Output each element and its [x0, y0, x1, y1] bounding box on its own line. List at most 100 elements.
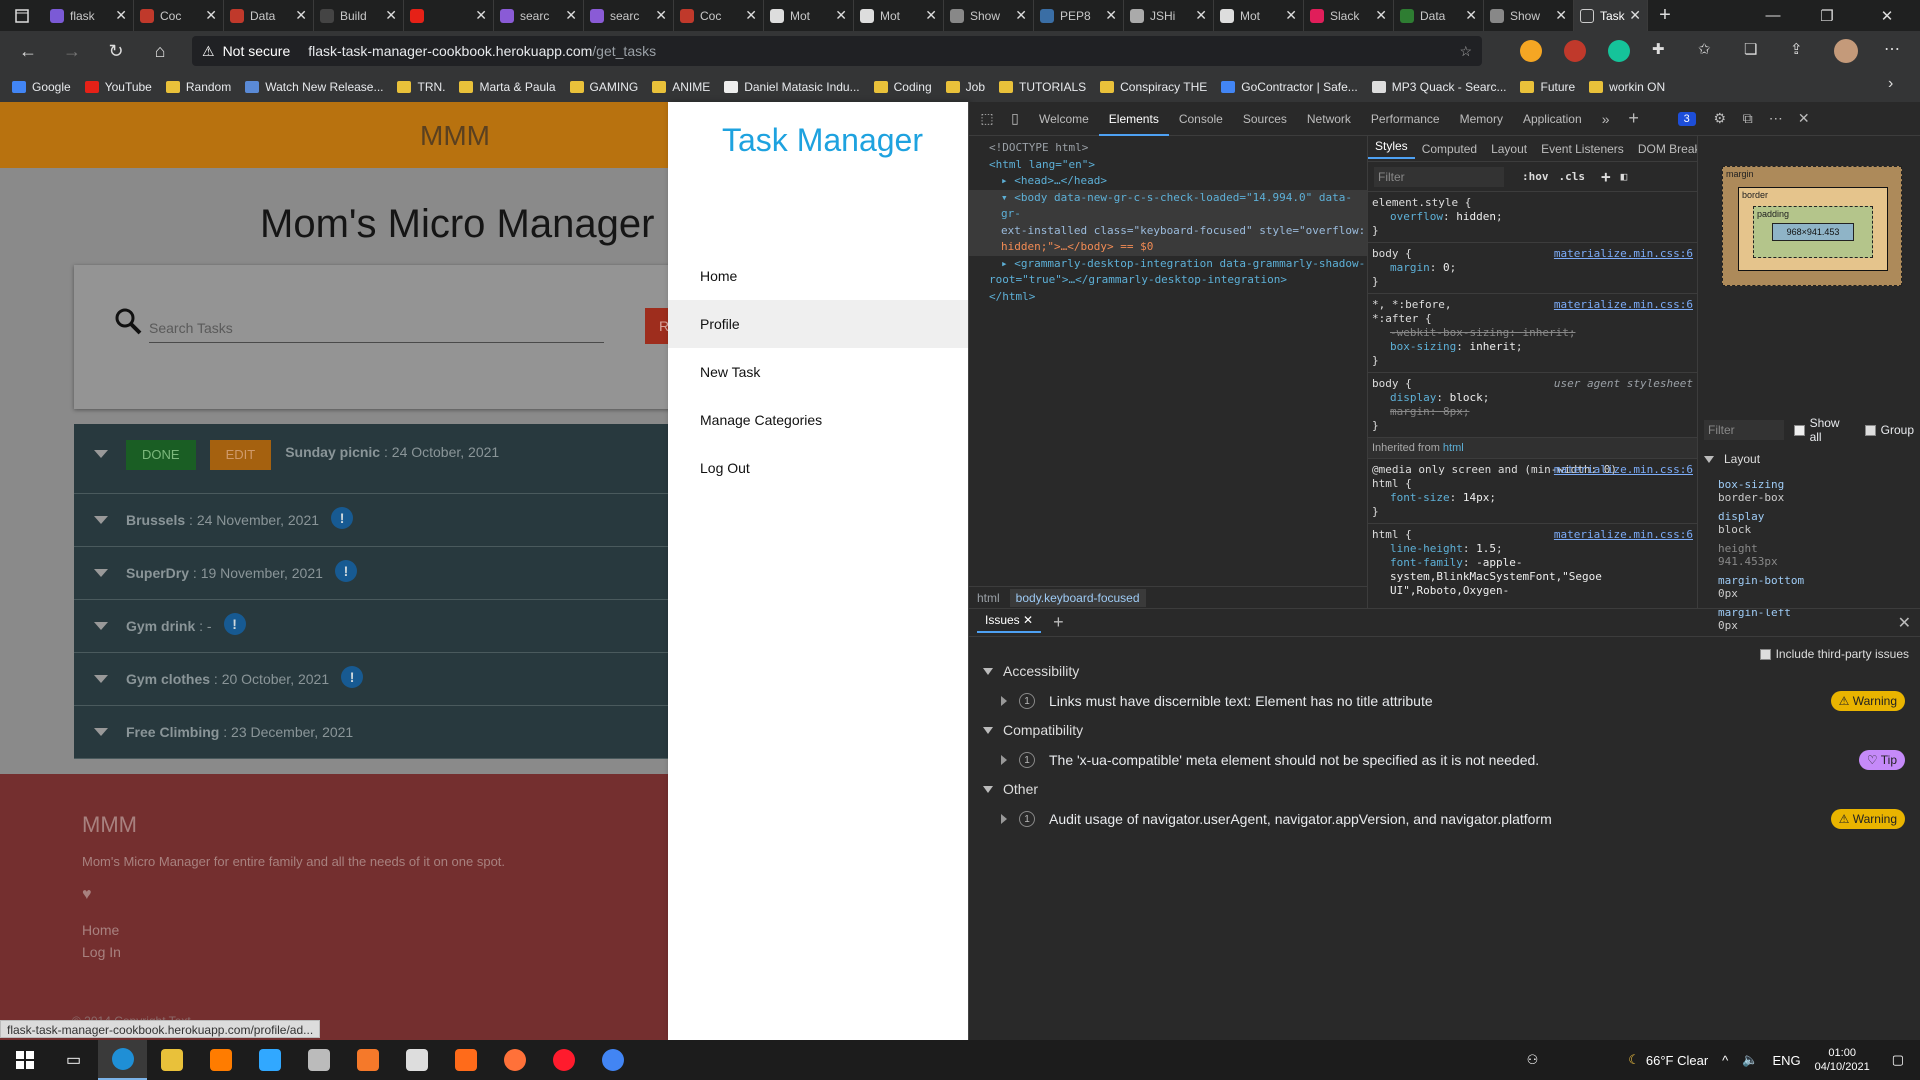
close-tab-icon[interactable]: ✕ [745, 7, 757, 24]
bookmark-item[interactable]: YouTube [84, 80, 152, 94]
close-tab-icon[interactable]: ✕ [295, 7, 307, 24]
browser-tab[interactable]: Mot ✕ [1214, 0, 1304, 31]
styles-filter-input[interactable]: Filter [1374, 166, 1504, 187]
computed-property[interactable]: margin-bottom 0px [1704, 574, 1914, 600]
tab-actions-icon[interactable] [0, 0, 44, 31]
bookmark-item[interactable]: Future [1520, 80, 1575, 94]
close-tab-icon[interactable]: ✕ [205, 7, 217, 24]
more-options-icon[interactable]: ⋯ [1884, 39, 1900, 59]
bookmark-item[interactable]: GoContractor | Safe... [1221, 80, 1358, 94]
people-icon[interactable]: ⚇ [1527, 1052, 1539, 1068]
notifications-icon[interactable]: ▢ [1892, 1052, 1904, 1068]
show-all-checkbox[interactable] [1793, 424, 1805, 436]
task-view-icon[interactable]: ▭ [49, 1040, 98, 1080]
footer-link-login[interactable]: Log In [82, 944, 121, 960]
grammarly-icon[interactable] [1608, 40, 1630, 62]
task-row[interactable]: SuperDry : 19 November, 2021! [74, 547, 694, 600]
extension-icon[interactable] [1564, 40, 1586, 62]
info-icon[interactable]: ! [341, 666, 364, 688]
new-tab-button[interactable]: + [1648, 4, 1682, 27]
style-rule-media[interactable]: @media only screen and (min-width: 0) ht… [1368, 459, 1697, 524]
taskbar-app-sublime[interactable] [441, 1040, 490, 1080]
close-tab-icon[interactable]: ✕ [1375, 7, 1387, 24]
rule-source-link[interactable]: materialize.min.css:6 [1554, 247, 1693, 261]
styles-subtab[interactable]: Computed [1415, 142, 1484, 156]
more-options-icon[interactable]: ⋯ [1762, 110, 1790, 127]
dom-html-close[interactable]: </html> [989, 289, 1367, 306]
style-rule[interactable]: *, *:before, *:after {materialize.min.cs… [1368, 294, 1697, 373]
home-button[interactable]: ⌂ [138, 41, 182, 62]
close-issues-tab-icon[interactable]: ✕ [1023, 613, 1033, 627]
tab-active[interactable]: Task ✕ [1574, 0, 1648, 31]
taskbar-app-blender[interactable] [343, 1040, 392, 1080]
style-rule-html[interactable]: html { materialize.min.css:6 line-height… [1368, 524, 1697, 602]
more-tabs-icon[interactable]: » [1592, 111, 1620, 127]
devtools-tab[interactable]: Console [1169, 102, 1233, 136]
share-icon[interactable]: ⇪ [1790, 40, 1803, 58]
css-property[interactable]: overflow: hidden; [1372, 210, 1693, 224]
expand-triangle-icon[interactable] [1001, 696, 1007, 706]
info-icon[interactable]: ! [334, 560, 357, 582]
sidenav-item-home[interactable]: Home [668, 252, 968, 300]
computed-property[interactable]: height 941.453px [1704, 542, 1914, 568]
forward-button[interactable]: → [50, 41, 94, 62]
issue-category[interactable]: Accessibility [983, 663, 1079, 679]
browser-tab[interactable]: Data ✕ [1394, 0, 1484, 31]
devtools-tab[interactable]: Performance [1361, 102, 1450, 136]
add-panel-icon[interactable]: + [1620, 108, 1648, 129]
dom-html[interactable]: <html lang="en"> [989, 157, 1367, 174]
computed-property[interactable]: box-sizing border-box [1704, 478, 1914, 504]
style-rule[interactable]: body {user agent stylesheet display: bloc… [1368, 373, 1697, 438]
breadcrumb-html[interactable]: html [977, 591, 1000, 605]
hov-toggle[interactable]: :hov [1522, 170, 1549, 183]
sidenav-item-manage-categories[interactable]: Manage Categories [668, 396, 968, 444]
devtools-tab[interactable]: Sources [1233, 102, 1297, 136]
close-tab-icon[interactable]: ✕ [385, 7, 397, 24]
favorite-star-icon[interactable]: ☆ [1459, 43, 1472, 60]
close-tab-icon[interactable]: ✕ [565, 7, 577, 24]
css-property[interactable]: margin: 8px; [1372, 405, 1693, 419]
expand-caret-icon[interactable] [94, 675, 108, 683]
tray-chevron-icon[interactable]: ^ [1722, 1053, 1728, 1068]
browser-tab[interactable]: Mot ✕ [764, 0, 854, 31]
clock[interactable]: 01:00 04/10/2021 [1815, 1046, 1870, 1074]
close-tab-icon[interactable]: ✕ [1105, 7, 1117, 24]
profile-avatar[interactable] [1834, 39, 1858, 63]
close-tab-icon[interactable]: ✕ [1195, 7, 1207, 24]
taskbar-app-unity[interactable] [392, 1040, 441, 1080]
bookmark-item[interactable]: ANIME [652, 80, 710, 94]
sidenav-logo[interactable]: Task Manager [722, 122, 923, 159]
box-model-diagram[interactable]: margin border padding 968×941.453 [1722, 166, 1902, 286]
third-party-checkbox[interactable] [1759, 648, 1771, 660]
collections-icon[interactable]: ❏ [1744, 40, 1757, 58]
expand-caret-icon[interactable] [94, 516, 108, 524]
inspect-element-icon[interactable]: ⬚ [973, 110, 1001, 127]
issue-row[interactable]: 1 The 'x-ua-compatible' meta element shou… [1001, 750, 1905, 770]
start-button[interactable] [0, 1040, 49, 1080]
expand-triangle-icon[interactable] [1001, 755, 1007, 765]
devtools-tab[interactable]: Elements [1098, 102, 1169, 136]
taskbar-app-edge[interactable] [98, 1040, 147, 1080]
dom-grammarly[interactable]: ▸ <grammarly-desktop-integration data-gr… [989, 256, 1367, 273]
sidenav-item-profile[interactable]: Profile [668, 300, 968, 348]
css-property[interactable]: display: block; [1372, 391, 1693, 405]
cls-toggle[interactable]: .cls [1559, 170, 1586, 183]
devtools-tab[interactable]: Welcome [1029, 102, 1099, 136]
styles-subtab[interactable]: Styles [1368, 139, 1415, 159]
taskbar-app-app[interactable] [294, 1040, 343, 1080]
issue-row[interactable]: 1 Audit usage of navigator.userAgent, nav… [1001, 809, 1905, 829]
task-row[interactable]: DONE EDIT Sunday picnic : 24 October, 2021 [74, 424, 694, 494]
close-tab-icon[interactable]: ✕ [1555, 7, 1567, 24]
browser-tab[interactable]: searc ✕ [494, 0, 584, 31]
dom-body-selected[interactable]: ▾ <body data-new-gr-c-s-check-loaded="14… [969, 189, 1367, 256]
taskbar-app-photoshop[interactable] [245, 1040, 294, 1080]
language-indicator[interactable]: ENG [1772, 1053, 1800, 1068]
dock-icon[interactable]: ⧉ [1734, 110, 1762, 127]
minimize-button[interactable]: — [1750, 0, 1796, 31]
weather-text[interactable]: 66°F Clear [1646, 1053, 1708, 1068]
info-icon[interactable]: ! [223, 613, 246, 635]
close-tab-icon[interactable]: ✕ [1015, 7, 1027, 24]
rule-source-link[interactable]: user agent stylesheet [1554, 377, 1693, 391]
devtools-tab[interactable]: Network [1297, 102, 1361, 136]
breadcrumb-body[interactable]: body.keyboard-focused [1009, 588, 1146, 607]
